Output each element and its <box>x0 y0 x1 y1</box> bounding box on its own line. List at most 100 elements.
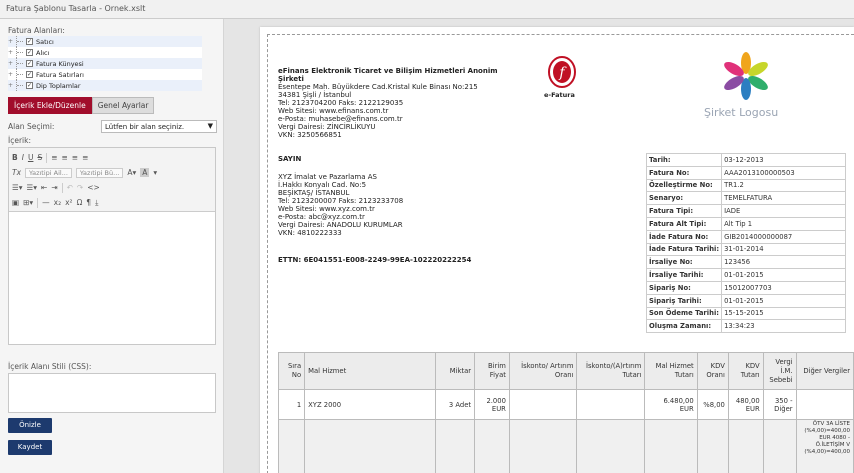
info-key: Tarih: <box>645 153 723 167</box>
css-textarea[interactable] <box>8 373 216 413</box>
checkbox-icon[interactable]: ✓ <box>26 38 33 45</box>
buyer-line: İ.Hakkı Konyalı Cad. No:5 <box>278 181 367 189</box>
editor-panel: Fatura Alanları: + ✓ Satıcı + ✓ Alıcı + ✓ Fatu… <box>0 19 224 473</box>
horizontal-rule-icon[interactable]: — <box>42 198 50 207</box>
tree-line <box>16 58 26 69</box>
info-key: Sipariş Tarihi: <box>645 293 723 308</box>
align-center-icon[interactable]: ≡ <box>62 153 68 162</box>
tree-item-alici[interactable]: + ✓ Alıcı <box>8 47 202 58</box>
bullet-list-icon[interactable]: ☰▾ <box>12 183 23 192</box>
tree-label: Fatura Künyesi <box>36 59 84 68</box>
subscript-icon[interactable]: x₂ <box>54 198 61 207</box>
info-row: Son Ödeme Tarihi: 15-15-2015 <box>645 306 846 321</box>
info-value: IADE <box>721 204 846 218</box>
info-value: 31-01-2014 <box>721 242 846 257</box>
seller-name-2: Şirketi <box>278 75 304 83</box>
tree-line <box>16 47 26 58</box>
info-value: 01-01-2015 <box>721 293 846 308</box>
seller-line: Esentepe Mah. Büyükdere Cad.Kristal Kule… <box>278 83 478 91</box>
pilcrow-icon[interactable]: ¶ <box>86 198 91 207</box>
align-right-icon[interactable]: ≡ <box>72 153 78 162</box>
company-logo-icon <box>718 51 774 105</box>
checkbox-icon[interactable]: ✓ <box>26 82 33 89</box>
table-cell <box>474 419 510 473</box>
fields-label: Fatura Alanları: <box>8 26 65 35</box>
tree-item-kunye[interactable]: + ✓ Fatura Künyesi <box>8 58 202 69</box>
ettn: ETTN: 6E041551-E008-2249-99EA-1022202222… <box>278 256 472 264</box>
clear-format-icon[interactable]: Tx <box>12 168 21 177</box>
tab-general-settings[interactable]: Genel Ayarlar <box>91 97 155 114</box>
align-left-icon[interactable]: ≡ <box>51 153 57 162</box>
column-header: Miktar <box>434 352 476 390</box>
underline-icon[interactable]: U <box>28 153 34 162</box>
text-color-icon[interactable]: A▾ <box>127 168 136 177</box>
upload-icon[interactable]: ⤓ <box>95 198 98 208</box>
efatura-logo: f <box>547 55 577 91</box>
font-family-dropdown[interactable]: Yazıtipi Ail... <box>25 167 72 178</box>
superscript-icon[interactable]: x² <box>65 198 72 207</box>
invoice-preview: eFinans Elektronik Ticaret ve Bilişim Hi… <box>234 19 854 473</box>
column-header: KDV Oranı <box>696 352 729 390</box>
expand-icon[interactable]: + <box>8 71 14 78</box>
preview-button[interactable]: Önizle <box>8 418 52 433</box>
tree-item-dip[interactable]: + ✓ Dip Toplamlar <box>8 80 202 91</box>
checkbox-icon[interactable]: ✓ <box>26 60 33 67</box>
info-value: Alt Tip 1 <box>721 216 846 231</box>
table-icon[interactable]: ⊞▾ <box>23 198 33 207</box>
omega-icon[interactable]: Ω <box>77 198 83 207</box>
field-select[interactable]: Lütfen bir alan seçiniz. ▼ <box>101 120 217 133</box>
seller-line: 34381 Şişli / İstanbul <box>278 91 352 99</box>
table-cell: 480,00 EUR <box>727 389 764 420</box>
dropdown-arrow-icon[interactable]: ▾ <box>153 168 157 177</box>
column-header: İskonto/(A)rtırım Tutarı <box>576 352 646 390</box>
info-value: 123456 <box>721 255 846 270</box>
table-cell <box>762 419 797 473</box>
outdent-icon[interactable]: ⇤ <box>41 183 47 192</box>
bold-icon[interactable]: B <box>12 153 18 162</box>
efatura-label: e-Fatura <box>544 91 575 99</box>
bg-color-icon[interactable]: A <box>140 168 150 177</box>
field-select-value: Lütfen bir alan seçiniz. <box>105 123 185 131</box>
info-row: Fatura Tipi: IADE <box>645 204 846 218</box>
seller-name: eFinans Elektronik Ticaret ve Bilişim Hi… <box>278 67 498 75</box>
indent-icon[interactable]: ⇥ <box>51 183 57 192</box>
save-button[interactable]: Kaydet <box>8 440 52 455</box>
undo-icon[interactable]: ↶ <box>67 183 73 192</box>
info-value: AAA2013100000503 <box>721 165 846 180</box>
info-value: TEMELFATURA <box>721 191 846 206</box>
checkbox-icon[interactable]: ✓ <box>26 49 33 56</box>
font-size-dropdown[interactable]: Yazıtipi Bü... <box>75 167 124 178</box>
table-cell: %8,00 <box>696 389 729 420</box>
tree-line <box>16 80 26 91</box>
checkbox-icon[interactable]: ✓ <box>26 71 33 78</box>
table-cell <box>508 389 578 420</box>
table-cell: XYZ 2000 <box>304 389 436 420</box>
buyer-line: VKN: 4810222333 <box>278 229 342 237</box>
tree-item-satici[interactable]: + ✓ Satıcı <box>8 36 202 47</box>
tab-content-edit[interactable]: İçerik Ekle/Düzenle <box>8 97 92 114</box>
rich-text-editor[interactable]: BIUS ≡ ≡ ≡ ≡ Tx Yazıtipi Ail... Yazıtipi Bü..… <box>8 147 216 345</box>
info-row: Fatura No: AAA2013100000503 <box>645 165 846 180</box>
strike-icon[interactable]: S <box>37 153 42 162</box>
expand-icon[interactable]: + <box>8 82 14 89</box>
column-header: KDV Tutarı <box>727 352 764 390</box>
table-cell <box>277 419 306 473</box>
seller-line: e-Posta: muhasebe@efinans.com.tr <box>278 115 403 123</box>
number-list-icon[interactable]: ☰▾ <box>27 183 38 192</box>
info-value: GIB2014000000087 <box>721 229 846 244</box>
info-key: İade Fatura Tarihi: <box>645 242 723 257</box>
info-key: Oluşma Zamanı: <box>645 319 723 334</box>
buyer-line: XYZ İmalat ve Pazarlama AS <box>278 173 377 181</box>
expand-icon[interactable]: + <box>8 38 14 45</box>
info-value: 01-01-2015 <box>721 268 846 282</box>
source-code-icon[interactable]: <> <box>87 183 100 192</box>
tree-item-satirlar[interactable]: + ✓ Fatura Satırları <box>8 69 202 80</box>
redo-icon[interactable]: ↷ <box>77 183 83 192</box>
image-icon[interactable]: ▣ <box>12 198 19 207</box>
expand-icon[interactable]: + <box>8 49 14 56</box>
seller-line: Tel: 2123704200 Faks: 2122129035 <box>278 99 404 107</box>
align-justify-icon[interactable]: ≡ <box>82 153 88 162</box>
italic-icon[interactable]: I <box>22 153 24 162</box>
expand-icon[interactable]: + <box>8 60 14 67</box>
table-cell <box>508 419 578 473</box>
